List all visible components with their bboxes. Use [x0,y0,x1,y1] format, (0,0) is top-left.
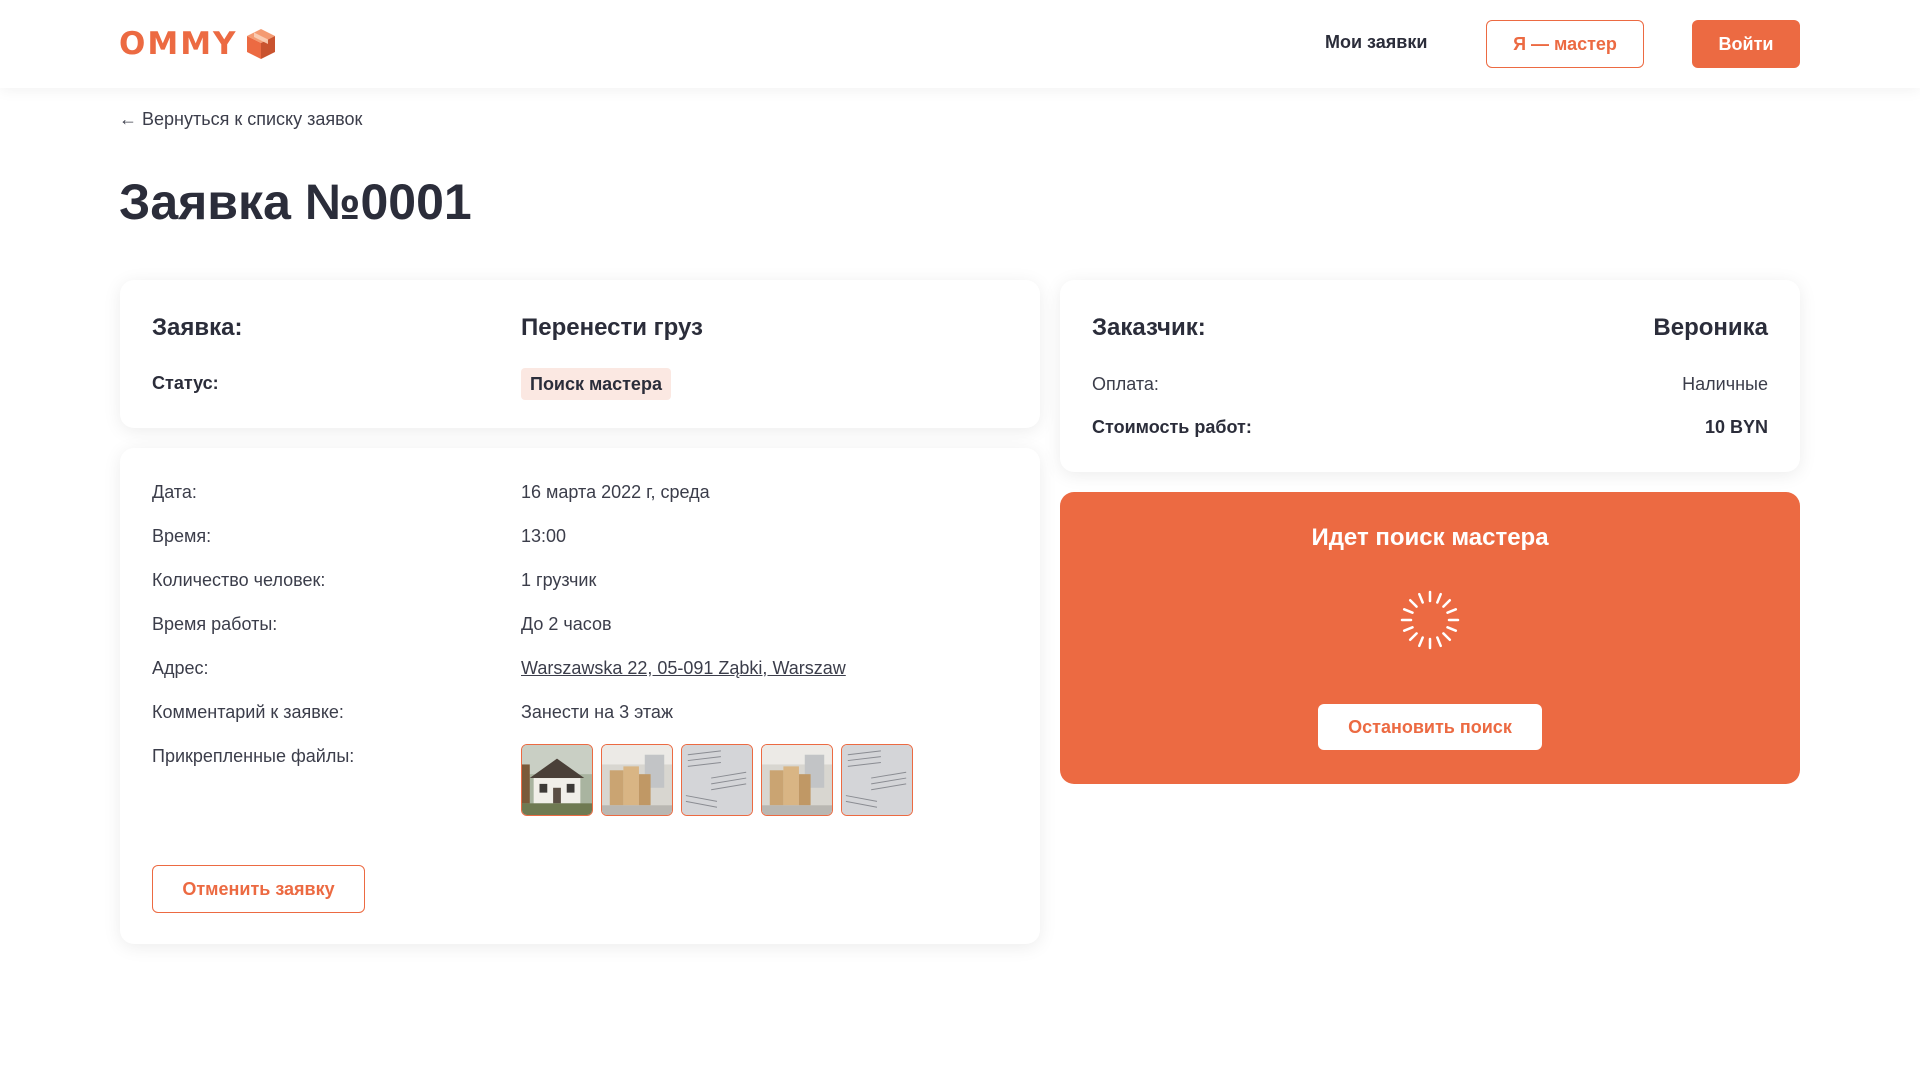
cancel-request-button[interactable]: Отменить заявку [152,865,365,913]
status-badge: Поиск мастера [521,368,671,400]
detail-value-time: 13:00 [521,526,567,546]
master-button[interactable]: Я — мастер [1486,20,1644,68]
documents-photo-icon [842,745,912,815]
detail-value-duration: До 2 часов [521,614,612,634]
search-status-card: Идет поиск мастера Остановить поиск [1060,492,1800,784]
back-to-list-link[interactable]: ← Вернуться к списку заявок [119,109,362,130]
customer-card: Заказчик: Вероника Оплата: Наличные Стои… [1060,280,1800,472]
cube-icon [246,29,275,59]
page-title: Заявка №0001 [119,174,472,230]
cost-value: 10 BYN [1704,417,1768,437]
logo-text: OMMY [119,26,238,62]
detail-label-people: Количество человек: [152,570,326,590]
cost-label: Стоимость работ: [1092,417,1252,437]
customer-label: Заказчик: [1092,314,1206,341]
request-value: Перенести груз [521,314,703,341]
boxes-photo-icon [762,745,832,815]
attachment-thumbnail[interactable] [521,744,593,816]
address-link[interactable]: Warszawska 22, 05-091 Ząbki, Warszaw [521,658,846,679]
request-summary-card: Заявка: Перенести груз Статус: Поиск мас… [120,280,1040,428]
detail-value-people: 1 грузчик [521,570,597,590]
request-label: Заявка: [152,314,243,341]
detail-value-date: 16 марта 2022 г, среда [521,482,710,502]
boxes-photo-icon [602,745,672,815]
detail-label-time: Время: [152,526,212,546]
stop-search-button[interactable]: Остановить поиск [1318,704,1542,750]
attachment-thumbnail[interactable] [841,744,913,816]
detail-label-duration: Время работы: [152,614,278,634]
logo[interactable]: OMMY [119,26,278,62]
nav-my-requests[interactable]: Мои заявки [1325,32,1427,53]
documents-photo-icon [682,745,752,815]
house-photo-icon [522,745,592,815]
detail-label-comment: Комментарий к заявке: [152,702,344,722]
detail-label-date: Дата: [152,482,197,502]
status-label: Статус: [152,373,219,393]
spinner-icon [1400,590,1460,650]
payment-value: Наличные [1682,374,1768,394]
detail-label-files: Прикрепленные файлы: [152,746,355,766]
attachment-thumbnail[interactable] [761,744,833,816]
detail-label-address: Адрес: [152,658,209,678]
search-title: Идет поиск мастера [1311,524,1549,551]
customer-name: Вероника [1653,314,1768,341]
login-button[interactable]: Войти [1692,20,1800,68]
attachment-thumbnail[interactable] [601,744,673,816]
payment-label: Оплата: [1092,374,1159,394]
request-details-card: Дата: 16 марта 2022 г, среда Время: 13:0… [120,448,1040,944]
detail-value-comment: Занести на 3 этаж [521,702,673,722]
attachment-thumbnail[interactable] [681,744,753,816]
attachments-list [521,744,913,816]
site-header: OMMY Мои заявки Я — мастер Войти [0,0,1920,88]
